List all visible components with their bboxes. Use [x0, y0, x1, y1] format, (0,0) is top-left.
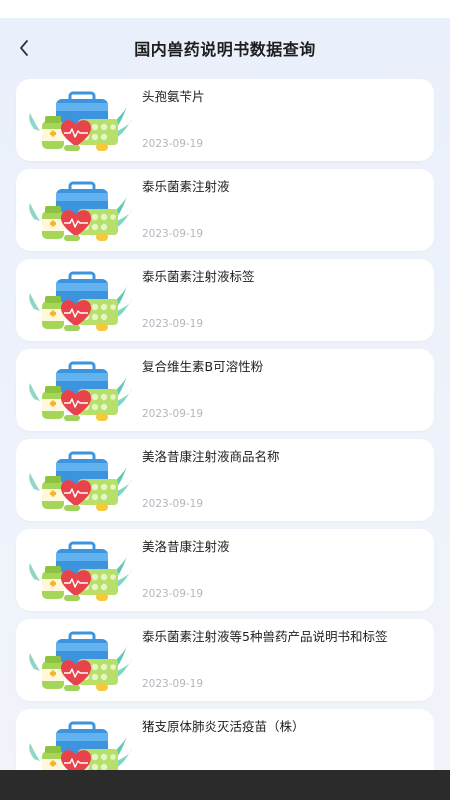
item-title: 泰乐菌素注射液	[142, 179, 230, 194]
item-title: 美洛昔康注射液商品名称	[142, 449, 280, 464]
item-date: 2023-09-19	[142, 408, 204, 420]
list-item[interactable]: 美洛昔康注射液 2023-09-19	[16, 529, 434, 611]
item-title: 美洛昔康注射液	[142, 539, 230, 554]
item-title: 泰乐菌素注射液等5种兽药产品说明书和标签	[142, 629, 388, 644]
list-item[interactable]: 复合维生素B可溶性粉 2023-09-19	[16, 349, 434, 431]
list-item[interactable]: 美洛昔康注射液商品名称 2023-09-19	[16, 439, 434, 521]
list-item[interactable]: 头孢氨苄片 2023-09-19	[16, 79, 434, 161]
item-title: 头孢氨苄片	[142, 89, 205, 104]
app-screen: 国内兽药说明书数据查询 头孢氨苄片 2023-09-19 泰乐菌素注射液 202…	[0, 0, 450, 800]
medicine-kit-icon	[29, 181, 132, 241]
item-title: 复合维生素B可溶性粉	[142, 359, 264, 374]
system-nav-bar	[0, 770, 450, 800]
medicine-kit-icon	[29, 91, 132, 151]
item-date: 2023-09-19	[142, 678, 204, 690]
manual-list: 头孢氨苄片 2023-09-19 泰乐菌素注射液 2023-09-19 泰乐菌素…	[16, 79, 434, 799]
page-title: 国内兽药说明书数据查询	[134, 40, 316, 59]
list-item[interactable]: 泰乐菌素注射液标签 2023-09-19	[16, 259, 434, 341]
medicine-kit-icon	[29, 541, 132, 601]
item-title: 泰乐菌素注射液标签	[142, 269, 255, 284]
chevron-left-icon	[20, 40, 28, 56]
list-item[interactable]: 泰乐菌素注射液等5种兽药产品说明书和标签 2023-09-19	[16, 619, 434, 701]
item-date: 2023-09-19	[142, 498, 204, 510]
item-date: 2023-09-19	[142, 228, 204, 240]
back-button[interactable]	[12, 34, 36, 62]
medicine-kit-icon	[29, 271, 132, 331]
status-bar	[0, 0, 450, 18]
list-item[interactable]: 泰乐菌素注射液 2023-09-19	[16, 169, 434, 251]
page-header: 国内兽药说明书数据查询	[0, 18, 450, 78]
item-title: 猪支原体肺炎灭活疫苗（株）	[142, 719, 305, 734]
item-date: 2023-09-19	[142, 588, 204, 600]
medicine-kit-icon	[29, 361, 132, 421]
item-date: 2023-09-19	[142, 138, 204, 150]
medicine-kit-icon	[29, 451, 132, 511]
item-date: 2023-09-19	[142, 318, 204, 330]
medicine-kit-icon	[29, 631, 132, 691]
